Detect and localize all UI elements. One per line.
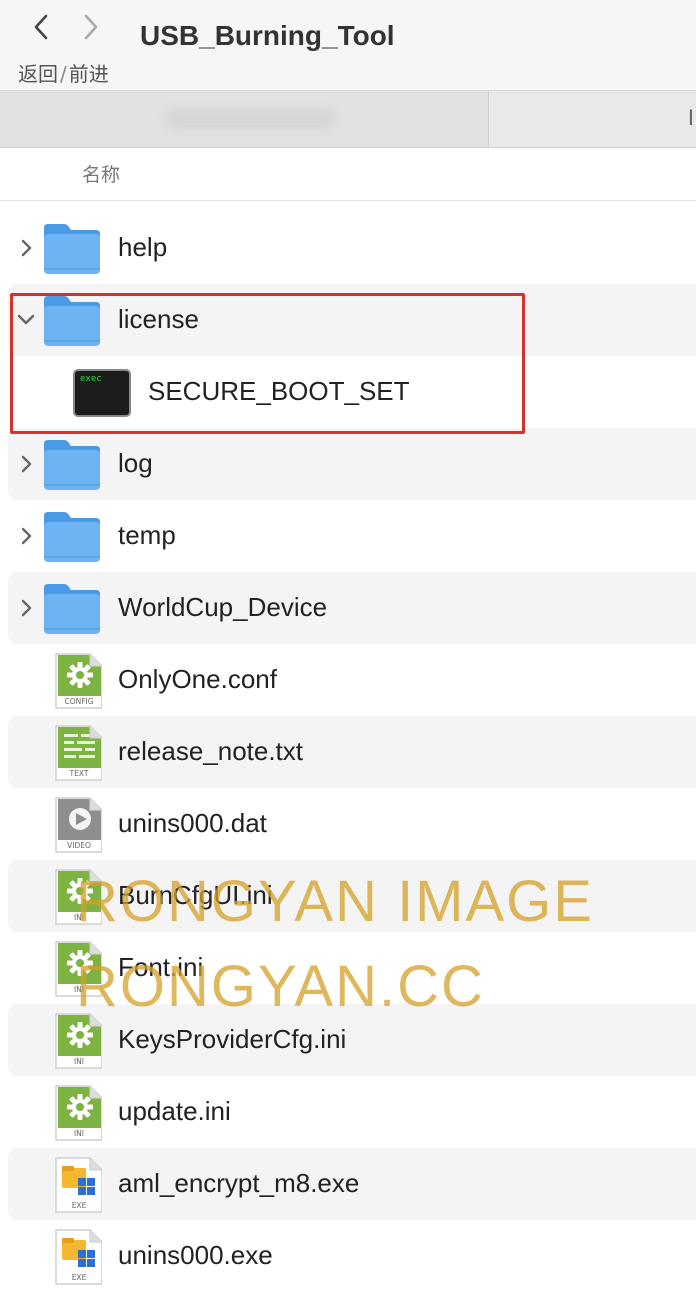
file-row[interactable]: INI KeysProviderCfg.ini bbox=[8, 1004, 696, 1076]
file-type-badge: TEXT bbox=[69, 769, 89, 778]
file-name: OnlyOne.conf bbox=[118, 664, 277, 694]
nav-label: 返回 / 前进 bbox=[18, 58, 109, 87]
file-type-badge: EXE bbox=[71, 1201, 87, 1210]
chevron-right-icon bbox=[84, 14, 98, 40]
file-type-badge: INI bbox=[73, 913, 85, 922]
ini-file-icon: INI bbox=[42, 1084, 103, 1142]
back-button[interactable] bbox=[24, 10, 58, 44]
file-name: license bbox=[118, 304, 199, 334]
tab-second[interactable]: I bbox=[489, 91, 696, 147]
file-row[interactable]: WorldCup_Device bbox=[8, 572, 696, 644]
chevron-right-icon[interactable] bbox=[16, 236, 36, 260]
column-header-name[interactable]: 名称 bbox=[82, 160, 120, 187]
tab-current[interactable] bbox=[0, 91, 489, 147]
file-type-badge: exec bbox=[80, 374, 102, 384]
chevron-right-icon[interactable] bbox=[16, 452, 36, 476]
folder-icon bbox=[42, 436, 102, 494]
file-name: release_note.txt bbox=[118, 736, 304, 766]
file-type-badge: INI bbox=[73, 1057, 85, 1066]
window-title: USB_Burning_Tool bbox=[140, 20, 395, 51]
video-file-icon: VIDEO bbox=[42, 796, 103, 854]
file-name: KeysProviderCfg.ini bbox=[118, 1024, 347, 1054]
folder-icon bbox=[42, 220, 102, 278]
file-type-badge: EXE bbox=[71, 1273, 87, 1282]
file-name: Font.ini bbox=[118, 952, 204, 982]
file-name: temp bbox=[118, 520, 176, 550]
back-label: 返回 bbox=[18, 62, 58, 86]
folder-icon bbox=[42, 580, 102, 638]
file-name: help bbox=[118, 232, 168, 262]
file-name: unins000.dat bbox=[118, 808, 267, 838]
file-row[interactable]: VIDEO unins000.dat bbox=[8, 788, 696, 860]
file-type-badge: INI bbox=[73, 1129, 85, 1138]
file-row[interactable]: CONFIG OnlyOne.conf bbox=[8, 644, 696, 716]
file-row[interactable]: temp bbox=[8, 500, 696, 572]
forward-label: 前进 bbox=[68, 62, 109, 86]
ini-file-icon: INI bbox=[42, 1012, 103, 1070]
tab-bar: I bbox=[0, 91, 696, 148]
file-row[interactable]: TEXT release_note.txt bbox=[8, 716, 696, 788]
folder-icon bbox=[42, 508, 102, 566]
chevron-right-icon[interactable] bbox=[16, 596, 36, 620]
nav-separator: / bbox=[60, 62, 67, 86]
file-name: BurnCfgUI.ini bbox=[118, 880, 273, 910]
finder-toolbar: 返回 / 前进 USB_Burning_Tool bbox=[0, 0, 696, 91]
file-row[interactable]: EXE unins000.exe bbox=[8, 1220, 696, 1292]
chevron-left-icon bbox=[34, 14, 48, 40]
forward-button[interactable] bbox=[74, 10, 108, 44]
file-type-badge: CONFIG bbox=[64, 697, 94, 706]
file-name: SECURE_BOOT_SET bbox=[148, 376, 410, 406]
file-row[interactable]: EXE aml_encrypt_m8.exe bbox=[8, 1148, 696, 1220]
file-row[interactable]: INI BurnCfgUI.ini bbox=[8, 860, 696, 932]
chevron-right-icon[interactable] bbox=[16, 524, 36, 548]
file-row[interactable]: INI Font.ini bbox=[8, 932, 696, 1004]
chevron-down-icon[interactable] bbox=[16, 308, 36, 332]
file-name: aml_encrypt_m8.exe bbox=[118, 1168, 360, 1198]
file-name: unins000.exe bbox=[118, 1240, 273, 1270]
file-name: update.ini bbox=[118, 1096, 231, 1126]
file-name: log bbox=[118, 448, 153, 478]
config-file-icon: CONFIG bbox=[42, 652, 103, 710]
column-header: 名称 bbox=[0, 148, 696, 201]
file-type-badge: INI bbox=[73, 985, 85, 994]
ini-file-icon: INI bbox=[42, 868, 103, 926]
file-row[interactable]: log bbox=[8, 428, 696, 500]
exe-file-icon: EXE bbox=[42, 1228, 103, 1286]
tab-title-blurred bbox=[165, 109, 335, 129]
ini-file-icon: INI bbox=[42, 940, 103, 998]
terminal-exec-icon: exec bbox=[72, 364, 132, 422]
tab-second-label: I bbox=[687, 105, 694, 130]
file-name: WorldCup_Device bbox=[118, 592, 328, 622]
file-row[interactable]: license bbox=[8, 284, 696, 356]
file-row[interactable]: exec SECURE_BOOT_SET bbox=[8, 356, 696, 428]
file-row[interactable]: INI update.ini bbox=[8, 1076, 696, 1148]
folder-icon bbox=[42, 292, 102, 350]
file-type-badge: VIDEO bbox=[67, 841, 91, 850]
exe-file-icon: EXE bbox=[42, 1156, 103, 1214]
text-file-icon: TEXT bbox=[42, 724, 103, 782]
file-row[interactable]: help bbox=[8, 212, 696, 284]
